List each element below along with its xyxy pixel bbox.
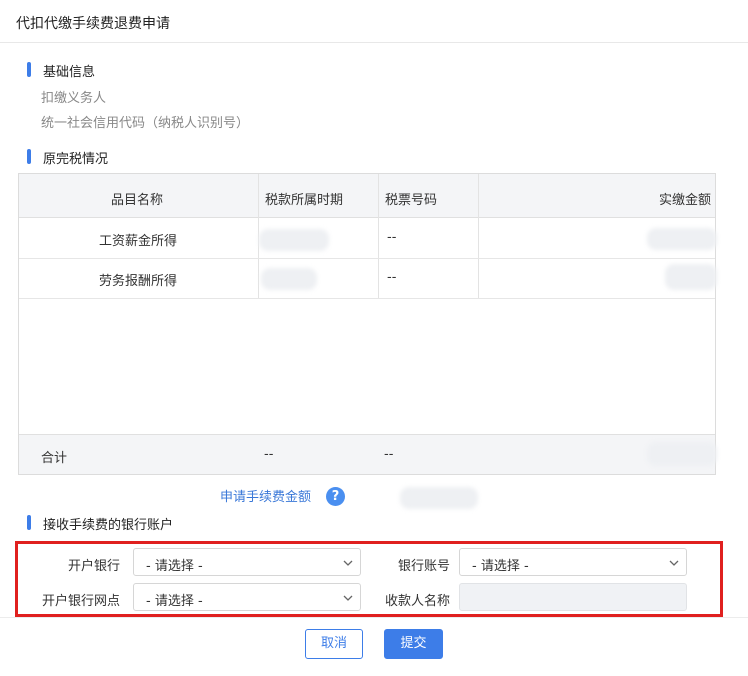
- chevron-down-icon: [343, 595, 353, 601]
- redacted-amount: [665, 264, 717, 290]
- column-divider: [378, 174, 379, 298]
- section-heading: 基础信息: [43, 65, 96, 80]
- fee-amount-row: 申请手续费金额 ?: [220, 486, 478, 509]
- section-heading: 接收手续费的银行账户: [43, 518, 174, 533]
- account-select-value: - 请选择 -: [472, 559, 529, 574]
- payee-name-input: [459, 583, 687, 611]
- redacted-amount: [647, 228, 717, 250]
- column-header-ticket: 税票号码: [385, 193, 438, 208]
- submit-button[interactable]: 提交: [384, 629, 443, 659]
- table-total-row: 合计 -- --: [19, 434, 717, 474]
- column-header-item: 品目名称: [111, 193, 164, 208]
- payee-label: 收款人名称: [384, 594, 450, 609]
- tax-table: 品目名称 税款所属时期 税票号码 实缴金额 工资薪金所得 -- 劳务报酬所得 -…: [18, 173, 717, 475]
- branch-select-value: - 请选择 -: [146, 594, 203, 609]
- column-header-amount: 实缴金额: [658, 193, 711, 208]
- account-label: 银行账号: [397, 559, 450, 574]
- section-marker: [27, 515, 31, 530]
- cell-ticket: --: [387, 270, 397, 285]
- redacted-period: [261, 268, 317, 290]
- total-period: --: [264, 447, 274, 462]
- redacted-fee-amount: [400, 487, 478, 509]
- cell-item: 工资薪金所得: [99, 234, 178, 249]
- dialog-title: 代扣代缴手续费退费申请: [16, 16, 170, 32]
- redacted-total-amount: [647, 442, 717, 466]
- branch-select[interactable]: - 请选择 -: [133, 583, 361, 611]
- credit-code-label: 统一社会信用代码（纳税人识别号）: [41, 116, 250, 131]
- branch-label: 开户银行网点: [41, 594, 120, 609]
- bank-select-value: - 请选择 -: [146, 559, 203, 574]
- bank-label: 开户银行: [67, 559, 120, 574]
- footer-divider: [0, 617, 748, 618]
- section-heading: 原完税情况: [43, 152, 109, 167]
- bank-select[interactable]: - 请选择 -: [133, 548, 361, 576]
- question-circle-icon[interactable]: ?: [326, 487, 345, 506]
- cancel-button[interactable]: 取消: [305, 629, 363, 659]
- column-divider: [478, 174, 479, 298]
- redacted-period: [259, 229, 329, 251]
- chevron-down-icon: [669, 560, 679, 566]
- cell-ticket: --: [387, 230, 397, 245]
- row-divider: [19, 258, 715, 259]
- cell-item: 劳务报酬所得: [99, 274, 178, 289]
- total-label: 合计: [41, 451, 68, 466]
- row-divider: [19, 298, 715, 299]
- section-marker: [27, 149, 31, 164]
- column-header-period: 税款所属时期: [265, 193, 344, 208]
- apply-fee-amount-link[interactable]: 申请手续费金额: [220, 490, 311, 505]
- chevron-down-icon: [343, 560, 353, 566]
- dialog-titlebar: 代扣代缴手续费退费申请: [0, 0, 748, 43]
- account-select[interactable]: - 请选择 -: [459, 548, 687, 576]
- withholding-agent-label: 扣缴义务人: [41, 91, 107, 106]
- total-ticket: --: [384, 447, 394, 462]
- section-marker: [27, 62, 31, 77]
